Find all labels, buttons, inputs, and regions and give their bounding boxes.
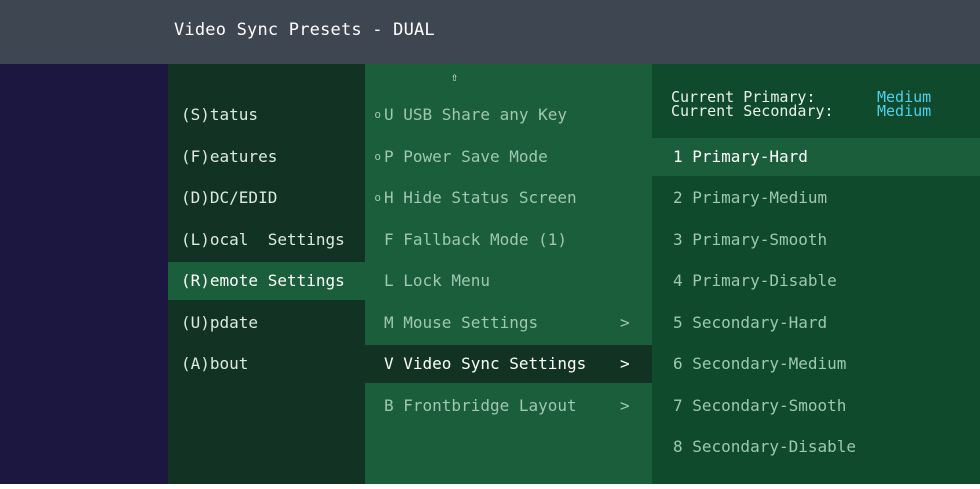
preset-item-secondary-hard[interactable]: 5 Secondary-Hard bbox=[652, 304, 980, 342]
toggle-bullet-icon: o bbox=[374, 191, 381, 204]
main-menu-item-ddc-edid[interactable]: (D)DC/EDID bbox=[168, 179, 365, 217]
preset-item-label: 5 Secondary-Hard bbox=[673, 313, 828, 332]
chevron-right-icon: > bbox=[620, 396, 630, 415]
submenu-item-label: M Mouse Settings bbox=[384, 313, 539, 332]
current-secondary-row: Current Secondary: Medium bbox=[671, 102, 931, 120]
submenu-item-label: U USB Share any Key bbox=[384, 105, 568, 124]
current-secondary-value: Medium bbox=[877, 102, 932, 120]
preset-item-secondary-medium[interactable]: 6 Secondary-Medium bbox=[652, 345, 980, 383]
preset-item-primary-smooth[interactable]: 3 Primary-Smooth bbox=[652, 221, 980, 259]
remote-settings-menu: ⇧ o U USB Share any Key o P Power Save M… bbox=[365, 64, 652, 484]
preset-item-label: 2 Primary-Medium bbox=[673, 188, 828, 207]
submenu-item-lock-menu[interactable]: L Lock Menu bbox=[365, 262, 652, 300]
scroll-up-arrow-icon[interactable]: ⇧ bbox=[451, 70, 458, 84]
main-menu-item-update[interactable]: (U)pdate bbox=[168, 304, 365, 342]
preset-item-label: 1 Primary-Hard bbox=[673, 147, 808, 166]
submenu-item-mouse-settings[interactable]: M Mouse Settings > bbox=[365, 304, 652, 342]
submenu-item-hide-status[interactable]: o H Hide Status Screen bbox=[365, 179, 652, 217]
preset-item-label: 7 Secondary-Smooth bbox=[673, 396, 847, 415]
chevron-right-icon: > bbox=[620, 313, 630, 332]
kvm-osd-screen: Video Sync Presets - DUAL (S)tatus (F)ea… bbox=[0, 0, 980, 484]
submenu-item-power-save[interactable]: o P Power Save Mode bbox=[365, 138, 652, 176]
main-menu-item-label: (A)bout bbox=[181, 354, 249, 373]
submenu-item-video-sync-settings[interactable]: V Video Sync Settings > bbox=[365, 345, 652, 383]
main-menu-item-features[interactable]: (F)eatures bbox=[168, 138, 365, 176]
submenu-item-label: B Frontbridge Layout bbox=[384, 396, 577, 415]
chevron-right-icon: > bbox=[620, 354, 630, 373]
current-secondary-label: Current Secondary: bbox=[671, 102, 834, 120]
preset-item-primary-disable[interactable]: 4 Primary-Disable bbox=[652, 262, 980, 300]
submenu-item-label: F Fallback Mode (1) bbox=[384, 230, 568, 249]
main-menu-item-remote-settings[interactable]: (R)emote Settings bbox=[168, 262, 365, 300]
main-menu-item-local-settings[interactable]: (L)ocal Settings bbox=[168, 221, 365, 259]
page-title: Video Sync Presets - DUAL bbox=[174, 20, 435, 40]
main-menu-item-label: (L)ocal Settings bbox=[181, 230, 345, 249]
main-menu-item-status[interactable]: (S)tatus bbox=[168, 96, 365, 134]
preset-item-label: 8 Secondary-Disable bbox=[673, 437, 857, 456]
main-menu-item-label: (S)tatus bbox=[181, 105, 259, 124]
main-menu: (S)tatus (F)eatures (D)DC/EDID (L)ocal S… bbox=[168, 64, 365, 484]
preset-item-secondary-disable[interactable]: 8 Secondary-Disable bbox=[652, 428, 980, 466]
submenu-item-label: H Hide Status Screen bbox=[384, 188, 577, 207]
title-bar: Video Sync Presets - DUAL bbox=[0, 0, 980, 64]
main-menu-item-label: (F)eatures bbox=[181, 147, 278, 166]
main-menu-item-label: (D)DC/EDID bbox=[181, 188, 278, 207]
submenu-item-fallback-mode[interactable]: F Fallback Mode (1) bbox=[365, 221, 652, 259]
video-sync-presets-panel: Current Primary: Medium Current Secondar… bbox=[652, 64, 980, 484]
submenu-item-frontbridge-layout[interactable]: B Frontbridge Layout > bbox=[365, 387, 652, 425]
preset-item-label: 6 Secondary-Medium bbox=[673, 354, 847, 373]
submenu-item-label: P Power Save Mode bbox=[384, 147, 548, 166]
toggle-bullet-icon: o bbox=[374, 108, 381, 121]
submenu-item-usb-share[interactable]: o U USB Share any Key bbox=[365, 96, 652, 134]
preset-item-label: 3 Primary-Smooth bbox=[673, 230, 828, 249]
main-menu-item-about[interactable]: (A)bout bbox=[168, 345, 365, 383]
submenu-item-label: V Video Sync Settings bbox=[384, 354, 587, 373]
main-menu-item-label: (R)emote Settings bbox=[181, 271, 345, 290]
toggle-bullet-icon: o bbox=[374, 150, 381, 163]
preset-item-label: 4 Primary-Disable bbox=[673, 271, 837, 290]
preset-item-primary-hard[interactable]: 1 Primary-Hard bbox=[652, 138, 980, 176]
submenu-item-label: L Lock Menu bbox=[384, 271, 490, 290]
preset-item-secondary-smooth[interactable]: 7 Secondary-Smooth bbox=[652, 387, 980, 425]
main-menu-item-label: (U)pdate bbox=[181, 313, 259, 332]
preset-item-primary-medium[interactable]: 2 Primary-Medium bbox=[652, 179, 980, 217]
